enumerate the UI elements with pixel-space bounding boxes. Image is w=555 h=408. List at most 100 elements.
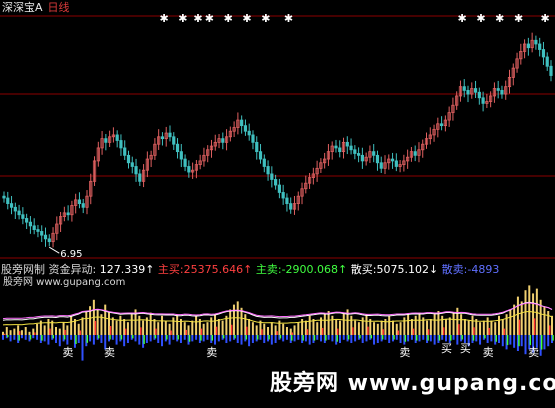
watermark-small: 股旁网 www.gupang.com bbox=[3, 277, 126, 288]
candle-body bbox=[36, 229, 40, 232]
candle-body bbox=[345, 141, 349, 147]
signal-marker: ✱ bbox=[224, 12, 233, 25]
candle-body bbox=[183, 158, 187, 167]
main-buy-value: 25375.646↑ bbox=[183, 263, 253, 276]
candle-body bbox=[179, 151, 183, 160]
candle-body bbox=[172, 136, 176, 145]
min-pointer bbox=[49, 246, 60, 254]
candle-body bbox=[104, 138, 108, 143]
candle-body bbox=[221, 138, 225, 143]
candle-body bbox=[115, 134, 119, 141]
candle-body bbox=[258, 151, 263, 160]
candle-body bbox=[277, 184, 281, 193]
candle-body bbox=[496, 88, 500, 91]
min-price-label: 6.95 bbox=[60, 249, 82, 260]
candle-body bbox=[349, 145, 353, 151]
buy-signal-label: 买 bbox=[460, 342, 471, 355]
candle-body bbox=[462, 86, 466, 91]
candle-body bbox=[500, 89, 504, 95]
candle-body bbox=[134, 166, 138, 175]
candle-body bbox=[126, 154, 131, 164]
candle-body bbox=[541, 49, 546, 58]
signal-marker: ✱ bbox=[193, 12, 202, 25]
main-buy-label: 主买: bbox=[157, 263, 184, 276]
candle-body bbox=[77, 199, 82, 205]
candle-body bbox=[390, 158, 395, 162]
main-sell-label: 主卖: bbox=[255, 263, 282, 276]
retail-sell-value: -4893 bbox=[467, 263, 500, 276]
watermark-large: 股旁网 www.gupang.com bbox=[270, 371, 555, 396]
candle-body bbox=[43, 234, 48, 240]
candle-body bbox=[526, 43, 530, 49]
candle-body bbox=[334, 145, 338, 149]
candle-body bbox=[266, 166, 270, 175]
candle-body bbox=[289, 203, 293, 210]
signal-marker: ✱ bbox=[457, 12, 466, 25]
signal-marker: ✱ bbox=[495, 12, 504, 25]
candle-body bbox=[262, 158, 266, 167]
retail-buy-label: 散买: bbox=[350, 263, 377, 276]
candle-body bbox=[549, 65, 553, 76]
candle-body bbox=[47, 238, 51, 243]
candle-body bbox=[372, 151, 376, 156]
candle-body bbox=[175, 143, 180, 153]
signal-marker: ✱ bbox=[261, 12, 270, 25]
candle-body bbox=[130, 162, 134, 167]
candle-body bbox=[32, 225, 36, 230]
sell-signal-label: 卖 bbox=[104, 346, 115, 359]
candle-body bbox=[66, 212, 70, 216]
candle-body bbox=[160, 136, 165, 140]
candle-body bbox=[240, 119, 244, 127]
retail-sell-label: 散卖: bbox=[441, 263, 468, 276]
candle-body bbox=[13, 206, 17, 212]
buy-signal-label: 买 bbox=[441, 342, 452, 355]
signal-marker: ✱ bbox=[476, 12, 485, 25]
indicator-name: 股旁网制 资金异动: bbox=[1, 263, 97, 276]
chart-title-row: 深深宝A 日线 bbox=[2, 2, 70, 13]
candle-body bbox=[243, 125, 248, 132]
capital-flow-value: 127.339↑ bbox=[99, 263, 155, 276]
candle-body bbox=[477, 91, 481, 99]
candle-body bbox=[168, 132, 172, 138]
candle-body bbox=[413, 151, 417, 156]
candle-body bbox=[251, 134, 255, 143]
signal-marker: ✱ bbox=[205, 12, 214, 25]
indicator-stats-row: 股旁网制 资金异动: 127.339↑ 主买:25375.646↑ 主卖:-29… bbox=[1, 264, 499, 275]
candle-body bbox=[353, 149, 357, 154]
candle-body bbox=[439, 123, 444, 127]
candle-body bbox=[394, 160, 398, 167]
candle-body bbox=[119, 140, 123, 149]
candle-body bbox=[473, 88, 478, 93]
signal-marker: ✱ bbox=[159, 12, 168, 25]
signal-marker: ✱ bbox=[242, 12, 251, 25]
sell-signal-label: 卖 bbox=[528, 346, 539, 359]
candle-body bbox=[138, 173, 142, 182]
chart-canvas: 6.95✱✱✱✱✱✱✱✱✱✱✱✱✱卖卖卖卖卖卖卖买买 bbox=[0, 12, 555, 361]
signal-marker: ✱ bbox=[514, 12, 523, 25]
candle-body bbox=[466, 89, 470, 95]
candle-body bbox=[379, 162, 383, 169]
candle-body bbox=[270, 173, 274, 180]
candle-body bbox=[123, 147, 127, 156]
candle-body bbox=[9, 203, 14, 208]
candle-body bbox=[375, 154, 380, 164]
retail-buy-value: 5075.102↓ bbox=[376, 263, 439, 276]
candle-body bbox=[6, 197, 10, 204]
signal-marker: ✱ bbox=[540, 12, 549, 25]
candle-body bbox=[2, 195, 6, 199]
candle-body bbox=[21, 214, 25, 219]
stock-name: 深深宝A bbox=[2, 1, 43, 14]
candle-body bbox=[28, 221, 33, 227]
sell-signal-label: 卖 bbox=[206, 346, 217, 359]
candle-body bbox=[338, 147, 342, 153]
candle-body bbox=[538, 43, 542, 50]
main-sell-value: -2900.068↑ bbox=[281, 263, 348, 276]
candle-body bbox=[357, 153, 361, 156]
candle-body bbox=[545, 56, 549, 67]
sell-signal-label: 卖 bbox=[483, 346, 494, 359]
chart-stage: 6.95✱✱✱✱✱✱✱✱✱✱✱✱✱卖卖卖卖卖卖卖买买 深深宝A日线 股旁网制 资… bbox=[0, 0, 555, 408]
candle-body bbox=[274, 179, 278, 186]
candle-body bbox=[247, 130, 251, 136]
candle-body bbox=[360, 154, 364, 162]
signal-marker: ✱ bbox=[178, 12, 187, 25]
